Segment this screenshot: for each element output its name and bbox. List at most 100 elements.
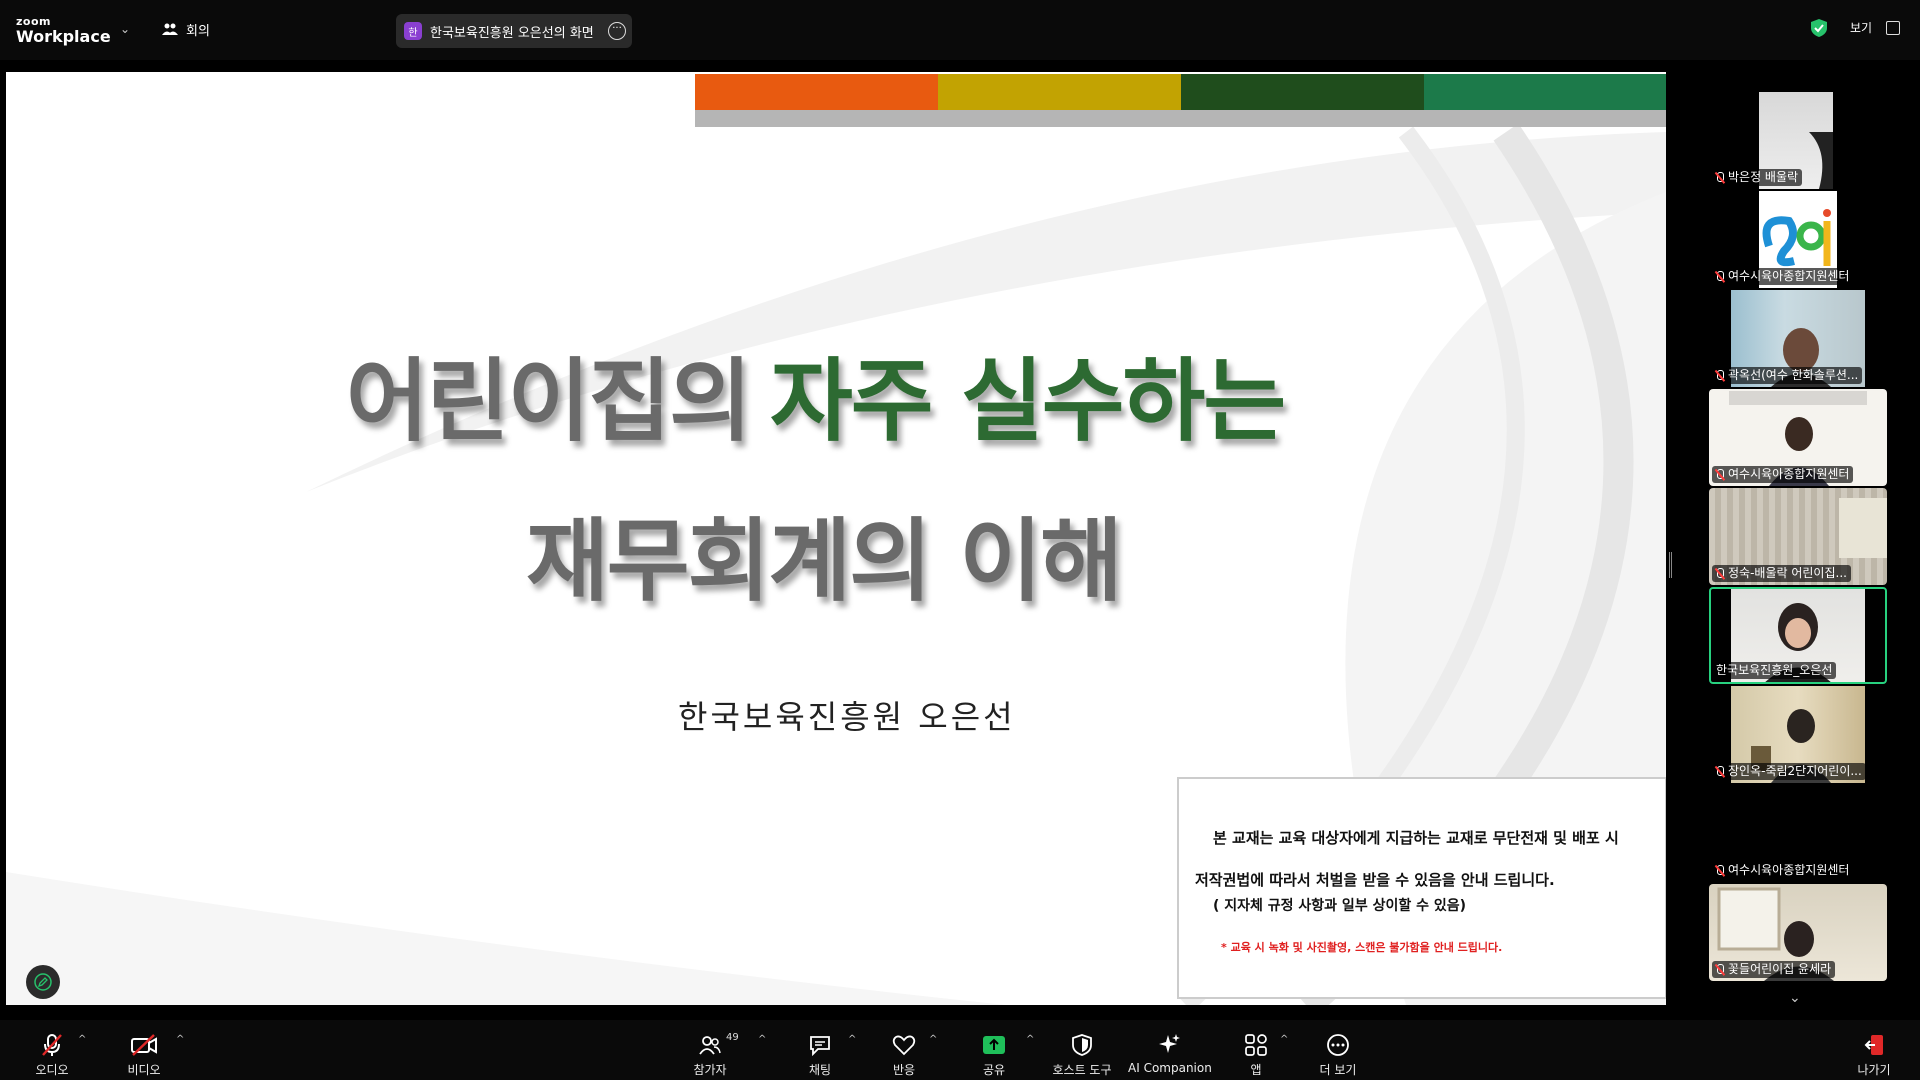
participants-label: 참가자	[693, 1063, 727, 1077]
leave-button[interactable]: 나가기	[1852, 1032, 1896, 1078]
participant-tile-active-speaker[interactable]: 한국보육진흥원_오은선	[1709, 587, 1887, 684]
participant-tile[interactable]: 정숙-배울락 어린이집...	[1709, 488, 1887, 585]
participant-tile[interactable]: 여수시육아종합지원센터	[1709, 389, 1887, 486]
participant-name-tag: 꽃들어린이집 윤세라	[1712, 961, 1836, 978]
slide-title-line1: 어린이집의 자주 실수하는	[346, 328, 1286, 458]
participant-name-tag: 곽옥선(여수 한화솔루션...	[1712, 367, 1863, 384]
more-icon	[1327, 1034, 1349, 1056]
participant-name-tag: 여수시육아종합지원센터	[1712, 862, 1854, 879]
shared-screen-slide: 어린이집의 자주 실수하는 재무회계의 이해 한국보육진흥원 오은선 본 교재는 …	[6, 72, 1666, 1005]
gray-bar	[695, 110, 1666, 127]
zoom-workplace-logo[interactable]: zoom Workplace	[16, 16, 111, 45]
share-button[interactable]: 공유	[974, 1032, 1014, 1078]
notice-line3: ( 지자체 규정 사항과 일부 상이할 수 있음)	[1213, 898, 1466, 914]
meeting-info-button[interactable]: 회의	[162, 20, 210, 39]
mic-muted-icon	[1714, 369, 1726, 382]
participant-name-tag: 장인옥-죽림2단지어린이...	[1712, 763, 1866, 780]
view-layout-icon	[1886, 20, 1901, 35]
slide-presenter: 한국보육진흥원 오은선	[678, 698, 1016, 736]
pen-icon	[34, 973, 52, 991]
chat-icon	[810, 1036, 830, 1056]
security-shield-icon[interactable]	[1810, 18, 1828, 38]
apps-label: 앱	[1250, 1063, 1262, 1077]
participant-name-tag: 박은정 배울락	[1712, 169, 1803, 186]
gallery-scroll-down-icon[interactable]: ⌄	[1789, 990, 1801, 1006]
more-options-icon[interactable]: ···	[608, 22, 626, 40]
color-bar-darkgreen	[1181, 74, 1424, 110]
shield-icon	[1072, 1034, 1092, 1056]
participant-tile[interactable]: 곽옥선(여수 한화솔루션...	[1709, 290, 1887, 387]
video-button[interactable]: 비디오	[122, 1032, 166, 1078]
panel-resize-handle[interactable]	[1669, 552, 1672, 578]
mic-muted-icon	[1714, 171, 1726, 184]
participants-button[interactable]: 참가자	[689, 1032, 731, 1078]
more-label: 더 보기	[1319, 1063, 1357, 1077]
audio-button[interactable]: 오디오	[30, 1032, 74, 1078]
participants-icon	[699, 1036, 721, 1055]
mic-muted-icon	[1714, 864, 1726, 877]
color-bars-header	[695, 74, 1666, 127]
participant-name-tag: 여수시육아종합지원센터	[1712, 268, 1854, 285]
participant-tile[interactable]: 박은정 배울락	[1709, 92, 1887, 189]
view-label: 보기	[1850, 21, 1873, 35]
notice-line2: 저작권법에 따라서 처벌을 받을 수 있음을 안내 드립니다.	[1195, 871, 1555, 889]
participant-gallery: 박은정 배울락 여수시육아종합지원센터 곽옥선(여수 한화솔루션... 여수시육…	[1709, 92, 1887, 1080]
sparkle-icon	[1159, 1034, 1180, 1053]
title-green-part: 자주 실수하는	[770, 349, 1286, 454]
heart-icon	[892, 1035, 916, 1056]
camera-off-icon	[131, 1034, 157, 1056]
reactions-label: 반응	[892, 1063, 916, 1077]
participant-name-tag: 정숙-배울락 어린이집...	[1712, 565, 1851, 582]
notice-line4: * 교육 시 녹화 및 사진촬영, 스캔은 불가함을 안내 드립니다.	[1221, 941, 1503, 954]
host-tools-label: 호스트 도구	[1052, 1063, 1112, 1077]
reactions-options-caret-icon[interactable]: ^	[929, 1034, 937, 1045]
presenter-avatar: 한	[404, 22, 422, 40]
mic-muted-icon	[1714, 270, 1726, 283]
apps-icon	[1245, 1034, 1267, 1056]
mic-muted-icon	[1714, 765, 1726, 778]
view-button[interactable]: 보기	[1850, 19, 1901, 36]
chat-options-caret-icon[interactable]: ^	[848, 1034, 856, 1045]
top-bar: zoom Workplace ⌄ 회의 한 한국보육진흥원 오은선의 화면 ··…	[0, 0, 1920, 60]
participant-tile[interactable]: 장인옥-죽림2단지어린이...	[1709, 686, 1887, 783]
leave-label: 나가기	[1857, 1063, 1891, 1077]
screen-share-indicator[interactable]: 한 한국보육진흥원 오은선의 화면 ···	[396, 14, 632, 48]
mic-muted-icon	[1714, 963, 1726, 976]
share-screen-icon	[983, 1036, 1005, 1054]
participant-name-tag: 여수시육아종합지원센터	[1712, 466, 1854, 483]
color-bar-orange	[695, 74, 938, 110]
audio-label: 오디오	[35, 1063, 69, 1077]
ai-companion-button[interactable]: AI Companion	[1128, 1032, 1212, 1075]
participant-name-tag: 한국보육진흥원_오은선	[1714, 662, 1837, 679]
host-tools-button[interactable]: 호스트 도구	[1048, 1032, 1116, 1078]
slide-title-line2: 재무회계의 이해	[526, 509, 1123, 614]
annotate-pen-button[interactable]	[26, 965, 60, 999]
meeting-label: 회의	[186, 24, 210, 39]
reactions-button[interactable]: 반응	[884, 1032, 924, 1078]
chat-button[interactable]: 채팅	[800, 1032, 840, 1078]
apps-options-caret-icon[interactable]: ^	[1280, 1034, 1288, 1045]
audio-options-caret-icon[interactable]: ^	[78, 1034, 86, 1045]
participant-tile[interactable]: 꽃들어린이집 윤세라	[1709, 884, 1887, 981]
leave-door-icon	[1864, 1035, 1883, 1055]
color-bar-yellow	[938, 74, 1181, 110]
meeting-people-icon	[162, 23, 178, 35]
participant-tile[interactable]: 여수시육아종합지원센터	[1709, 191, 1887, 288]
participant-tile[interactable]: 여수시육아종합지원센터	[1709, 785, 1887, 882]
mic-muted-icon	[1714, 468, 1726, 481]
share-options-caret-icon[interactable]: ^	[1026, 1034, 1034, 1045]
apps-button[interactable]: 앱	[1237, 1032, 1275, 1078]
more-button[interactable]: 더 보기	[1316, 1032, 1360, 1078]
title-gray-part: 어린이집의	[346, 349, 752, 454]
participants-count: 49	[726, 1032, 739, 1043]
color-bar-green	[1424, 74, 1666, 110]
brand-main: Workplace	[16, 27, 111, 46]
share-label: 한국보육진흥원 오은선의 화면	[430, 25, 594, 41]
ai-companion-label: AI Companion	[1128, 1061, 1212, 1075]
participants-options-caret-icon[interactable]: ^	[758, 1034, 766, 1045]
chevron-down-icon[interactable]: ⌄	[120, 22, 130, 36]
share-label-button: 공유	[982, 1063, 1006, 1077]
notice-line1: 본 교재는 교육 대상자에게 지급하는 교재로 무단전재 및 배포 시	[1213, 829, 1619, 847]
meeting-toolbar: 오디오 ^ 비디오 ^ 참가자 49 ^ 채팅 ^ 반응 ^ 공유 ^ 호스트 …	[0, 1020, 1920, 1080]
video-options-caret-icon[interactable]: ^	[176, 1034, 184, 1045]
